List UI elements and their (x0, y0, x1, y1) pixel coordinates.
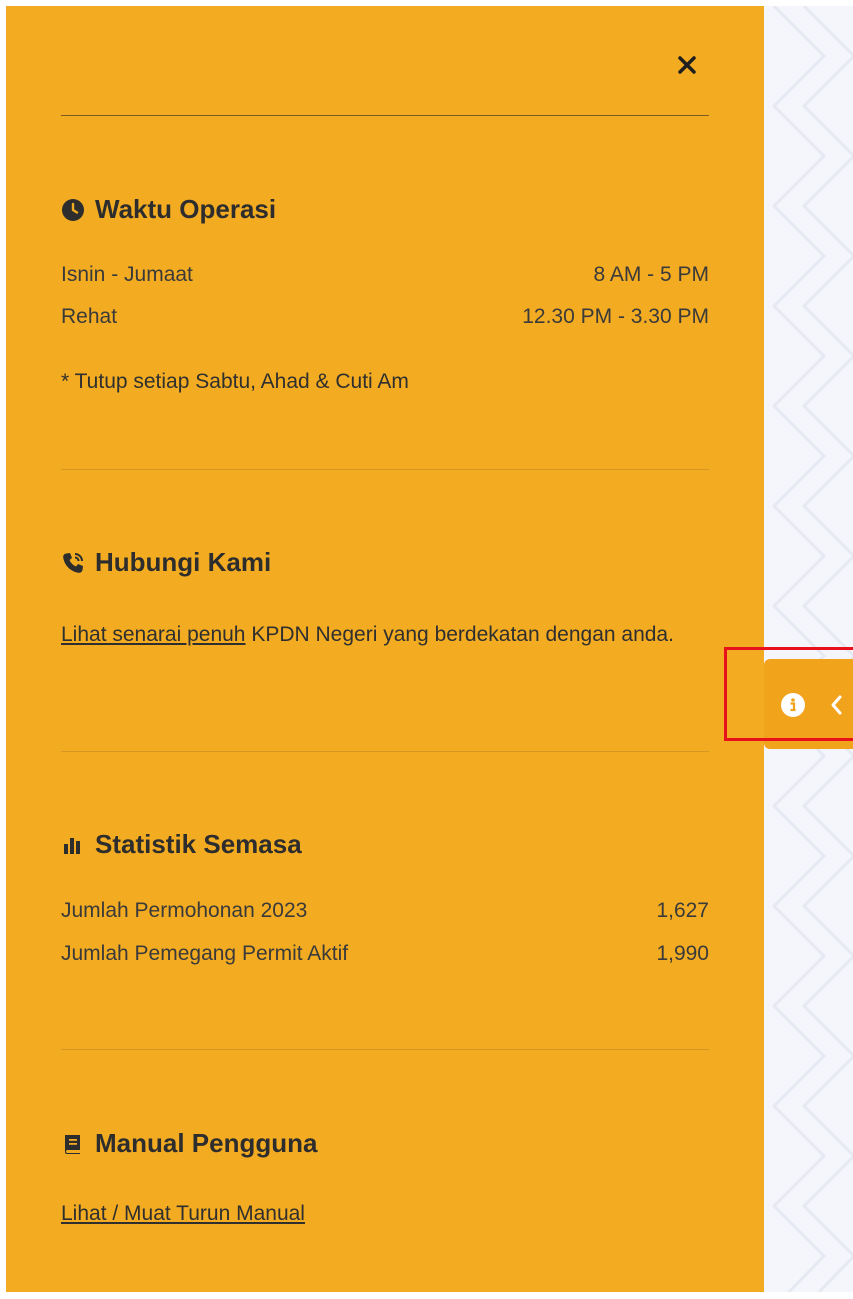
top-divider (61, 115, 709, 116)
close-icon (678, 56, 696, 74)
clock-icon (61, 198, 95, 222)
info-panel: Waktu Operasi Isnin - Jumaat 8 AM - 5 PM… (6, 6, 764, 1292)
operating-hours-heading: Waktu Operasi (61, 194, 276, 225)
contact-description: KPDN Negeri yang berdekatan dengan anda. (245, 623, 674, 646)
manual-text: Lihat / Muat Turun Manual (61, 1198, 721, 1229)
statistics-row-value: 1,627 (656, 899, 709, 922)
hours-row-value: 12.30 PM - 3.30 PM (522, 305, 709, 328)
operating-hours-title: Waktu Operasi (95, 194, 277, 224)
section-divider (61, 751, 709, 752)
statistics-heading: Statistik Semasa (61, 829, 302, 860)
info-panel-toggle-tab[interactable] (764, 659, 853, 749)
contact-heading: Hubungi Kami (61, 547, 271, 578)
contact-title: Hubungi Kami (95, 547, 272, 577)
statistics-row-label: Jumlah Pemegang Permit Aktif (61, 942, 349, 965)
manual-title: Manual Pengguna (95, 1128, 318, 1158)
chevron-left-icon (831, 695, 842, 715)
manual-download-link[interactable]: Lihat / Muat Turun Manual (61, 1202, 305, 1225)
statistics-row-label: Jumlah Permohonan 2023 (61, 899, 308, 922)
info-icon (781, 693, 805, 717)
statistics-row-value: 1,990 (656, 942, 709, 965)
full-list-link[interactable]: Lihat senarai penuh (61, 623, 245, 646)
background-pattern (764, 6, 853, 1292)
hours-row: Isnin - Jumaat 8 AM - 5 PM (61, 263, 709, 287)
hours-row-label: Rehat (61, 305, 118, 328)
page: Waktu Operasi Isnin - Jumaat 8 AM - 5 PM… (0, 0, 853, 1299)
bar-chart-icon (61, 833, 95, 857)
manual-heading: Manual Pengguna (61, 1128, 317, 1159)
contact-text: Lihat senarai penuh KPDN Negeri yang ber… (61, 619, 721, 650)
book-icon (61, 1132, 95, 1156)
hours-row: Rehat 12.30 PM - 3.30 PM (61, 305, 709, 329)
hours-row-value: 8 AM - 5 PM (593, 263, 709, 286)
section-divider (61, 1049, 709, 1050)
section-divider (61, 469, 709, 470)
closed-note: * Tutup setiap Sabtu, Ahad & Cuti Am (61, 370, 409, 393)
phone-icon (61, 551, 95, 575)
statistics-row: Jumlah Pemegang Permit Aktif 1,990 (61, 942, 709, 966)
hours-row-label: Isnin - Jumaat (61, 263, 193, 286)
statistics-title: Statistik Semasa (95, 829, 302, 859)
statistics-row: Jumlah Permohonan 2023 1,627 (61, 899, 709, 923)
close-button[interactable] (672, 50, 702, 80)
